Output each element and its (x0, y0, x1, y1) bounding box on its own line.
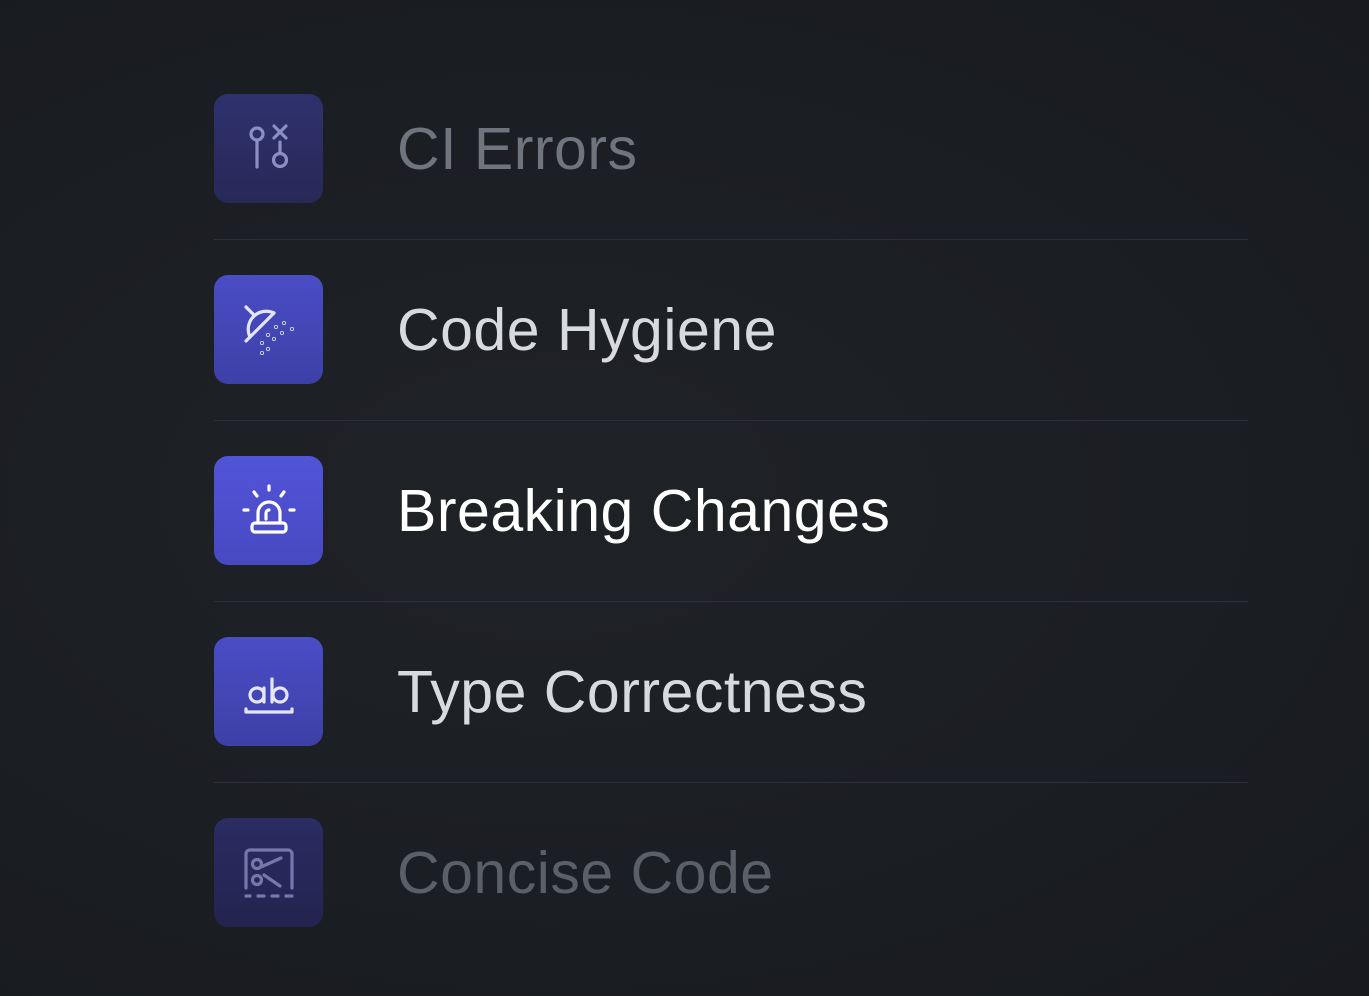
category-list: CI Errors Code Hygiene Breaking Changes … (214, 58, 1248, 963)
list-item-label: Breaking Changes (397, 477, 891, 544)
list-item-label: Code Hygiene (397, 296, 777, 363)
text-ab-icon (243, 676, 294, 714)
ci-errors-icon-tile (214, 94, 323, 203)
list-item-code-hygiene[interactable]: Code Hygiene (214, 239, 1248, 420)
list-item-concise-code[interactable]: Concise Code (214, 782, 1248, 963)
shower-icon (243, 304, 294, 355)
list-item-label: CI Errors (397, 115, 638, 182)
code-hygiene-icon-tile (214, 275, 323, 384)
list-item-ci-errors[interactable]: CI Errors (214, 58, 1248, 239)
breaking-changes-icon-tile (214, 456, 323, 565)
git-compare-x-icon (248, 123, 288, 169)
list-item-label: Type Correctness (397, 658, 868, 725)
scissors-square-icon (243, 847, 294, 898)
list-item-type-correctness[interactable]: Type Correctness (214, 601, 1248, 782)
type-correctness-icon-tile (214, 637, 323, 746)
list-item-breaking-changes[interactable]: Breaking Changes (214, 420, 1248, 601)
concise-code-icon-tile (214, 818, 323, 927)
siren-icon (241, 483, 296, 534)
list-item-label: Concise Code (397, 839, 774, 906)
